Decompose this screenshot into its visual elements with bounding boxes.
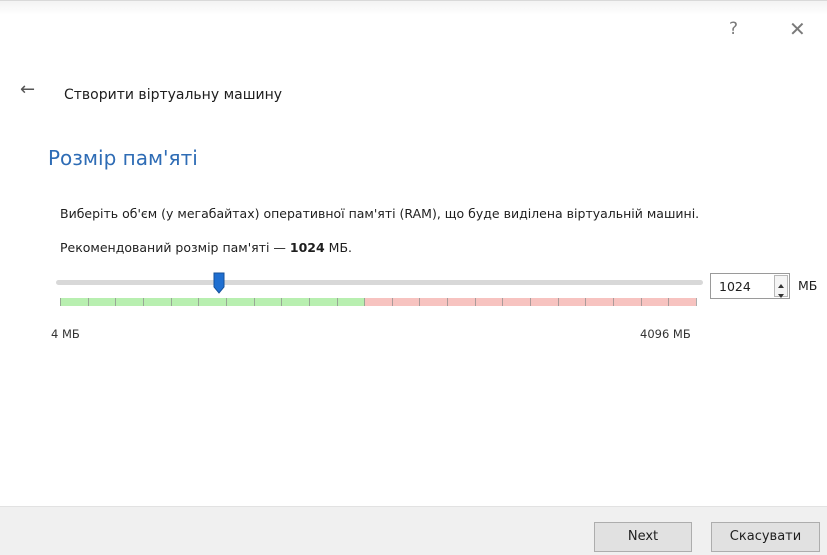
slider-handle-icon (213, 272, 225, 294)
slider-tick (115, 298, 116, 306)
page-title: Розмір пам'яті (48, 146, 198, 170)
slider-tick (88, 298, 89, 306)
memory-min-label: 4 МБ (51, 327, 80, 341)
memory-slider-handle[interactable] (213, 272, 225, 294)
next-button[interactable]: Next (594, 522, 692, 552)
slider-tick (475, 298, 476, 306)
memory-slider-scale (60, 298, 697, 306)
slider-tick (558, 298, 559, 306)
slider-tick (613, 298, 614, 306)
slider-tick (530, 298, 531, 306)
slider-tick (226, 298, 227, 306)
slider-tick (502, 298, 503, 306)
cancel-button[interactable]: Скасувати (711, 522, 820, 552)
memory-unit-label: МБ (798, 278, 818, 293)
memory-spinbox[interactable] (710, 273, 790, 299)
slider-tick (696, 298, 697, 306)
recommended-value: 1024 (289, 240, 325, 255)
slider-tick (143, 298, 144, 306)
slider-tick (392, 298, 393, 306)
slider-tick (309, 298, 310, 306)
spin-down-icon[interactable] (775, 286, 787, 298)
safe-memory-zone (60, 298, 365, 306)
slider-tick (60, 298, 61, 306)
dialog-footer: Next Скасувати (0, 506, 827, 555)
help-button[interactable]: ? (729, 19, 738, 39)
memory-slider-track[interactable] (56, 280, 703, 285)
slider-tick (641, 298, 642, 306)
slider-tick (668, 298, 669, 306)
slider-tick (419, 298, 420, 306)
title-strip (0, 1, 827, 15)
slider-tick (254, 298, 255, 306)
back-arrow-icon[interactable]: ← (20, 80, 35, 100)
recommended-memory-text: Рекомендований розмір пам'яті — 1024 МБ. (60, 240, 352, 255)
slider-tick (198, 298, 199, 306)
slider-tick (171, 298, 172, 306)
memory-size-input[interactable] (711, 274, 771, 298)
wizard-title: Створити віртуальну машину (64, 87, 283, 103)
spin-up-icon[interactable] (775, 276, 787, 288)
slider-tick (447, 298, 448, 306)
recommended-prefix: Рекомендований розмір пам'яті — (60, 240, 290, 255)
slider-tick (364, 298, 365, 306)
spin-buttons (774, 275, 788, 298)
recommended-suffix: МБ. (324, 240, 352, 255)
memory-description: Виберіть об'єм (у мегабайтах) оперативно… (60, 206, 700, 221)
memory-max-label: 4096 МБ (640, 327, 691, 341)
slider-tick (281, 298, 282, 306)
close-button[interactable]: ✕ (789, 19, 806, 39)
slider-tick (337, 298, 338, 306)
slider-tick (585, 298, 586, 306)
create-vm-dialog: ? ✕ ← Створити віртуальну машину Розмір … (0, 0, 827, 555)
